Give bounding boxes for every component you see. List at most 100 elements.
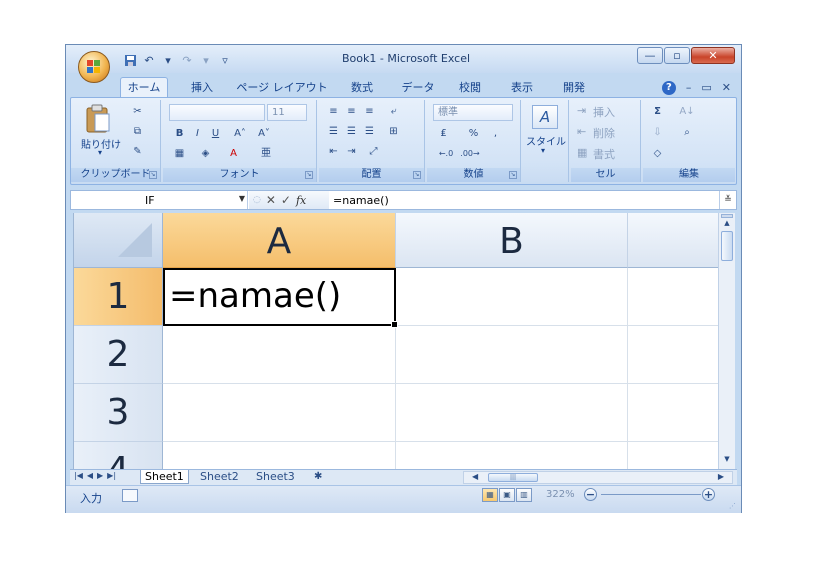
customize-icon[interactable]: ▿	[217, 52, 233, 68]
zoom-in-icon[interactable]: +	[702, 488, 715, 501]
decrease-decimal-icon[interactable]: .00→	[459, 146, 481, 162]
tab-insert[interactable]: 挿入	[184, 78, 220, 97]
styles-button[interactable]: スタイル	[526, 133, 566, 148]
align-middle-icon[interactable]: ≡	[343, 104, 360, 120]
align-left-icon[interactable]: ☰	[325, 124, 342, 140]
format-cells-icon[interactable]: ▦	[577, 146, 587, 159]
horizontal-scrollbar[interactable]: ||| ◀ ▶	[463, 471, 733, 484]
row-header-1[interactable]: 1	[74, 268, 163, 326]
horizontal-scroll-thumb[interactable]: |||	[488, 473, 538, 482]
delete-icon[interactable]: ⇤	[577, 125, 586, 138]
increase-decimal-icon[interactable]: ←.0	[435, 146, 457, 162]
italic-icon[interactable]: I	[189, 126, 206, 142]
copy-icon[interactable]: ⧉	[129, 124, 146, 140]
save-icon[interactable]	[122, 52, 138, 68]
last-sheet-icon[interactable]: ▶|	[107, 471, 116, 480]
align-top-icon[interactable]: ≡	[325, 104, 342, 120]
underline-icon[interactable]: U	[207, 126, 224, 142]
vertical-scroll-thumb[interactable]	[721, 231, 733, 261]
tab-developer[interactable]: 開発	[556, 78, 592, 97]
ribbon-minimize-icon[interactable]: –	[686, 81, 692, 95]
wrap-text-icon[interactable]: ⤶	[385, 104, 402, 120]
tab-data[interactable]: データ	[396, 78, 440, 97]
undo-icon[interactable]: ↶	[141, 52, 157, 68]
find-select-icon[interactable]: ⌕	[675, 125, 699, 141]
borders-icon[interactable]: ▦	[171, 146, 188, 162]
prev-sheet-icon[interactable]: ◀	[87, 471, 93, 480]
scroll-left-icon[interactable]: ◀	[472, 472, 478, 481]
number-format-select[interactable]: 標準	[433, 104, 513, 121]
font-launcher-icon[interactable]: ↘	[305, 171, 313, 179]
row-header-3[interactable]: 3	[74, 384, 163, 442]
tab-formulas[interactable]: 数式	[342, 78, 382, 97]
office-button[interactable]	[78, 51, 110, 83]
paste-dropdown-icon[interactable]: ▾	[98, 148, 102, 157]
minimize-icon[interactable]: —	[637, 47, 663, 64]
phonetic-icon[interactable]: 亜	[255, 146, 277, 162]
orientation-icon[interactable]: ⤢	[365, 144, 382, 160]
tab-view[interactable]: 表示	[504, 78, 540, 97]
first-sheet-icon[interactable]: |◀	[74, 471, 83, 480]
grow-font-icon[interactable]: A˄	[229, 126, 251, 142]
scroll-right-icon[interactable]: ▶	[718, 472, 724, 481]
decrease-indent-icon[interactable]: ⇤	[325, 144, 342, 160]
scroll-up-icon[interactable]: ▲	[721, 219, 733, 229]
fill-color-icon[interactable]: ◈	[197, 146, 214, 162]
clipboard-launcher-icon[interactable]: ↘	[149, 171, 157, 179]
align-center-icon[interactable]: ☰	[343, 124, 360, 140]
styles-icon[interactable]: A	[532, 105, 558, 129]
vertical-scrollbar[interactable]: ▲ ▼	[718, 213, 735, 469]
undo-dropdown-icon[interactable]: ▾	[160, 52, 176, 68]
paste-icon[interactable]	[85, 104, 111, 134]
ribbon-restore-icon[interactable]: ▭	[701, 81, 711, 95]
format-painter-icon[interactable]: ✎	[129, 144, 146, 160]
ribbon-close-icon[interactable]: ✕	[722, 81, 731, 95]
format-cells-button[interactable]: 書式	[593, 146, 615, 162]
sheet-tab-sheet2[interactable]: Sheet2	[200, 470, 239, 484]
tab-page-layout[interactable]: ページ レイアウト	[236, 78, 328, 97]
increase-indent-icon[interactable]: ⇥	[343, 144, 360, 160]
split-box[interactable]	[721, 214, 733, 218]
name-box[interactable]: IF ▼	[71, 191, 248, 209]
sheet-tab-sheet3[interactable]: Sheet3	[256, 470, 295, 484]
expand-formula-bar-icon[interactable]: ≚	[719, 191, 736, 209]
page-layout-view-icon[interactable]: ▣	[499, 488, 515, 502]
font-name-select[interactable]	[169, 104, 265, 121]
comma-icon[interactable]: ,	[487, 126, 504, 142]
close-icon[interactable]: ✕	[691, 47, 735, 64]
merge-center-icon[interactable]: ⊞	[385, 124, 402, 140]
autosum-icon[interactable]: Σ	[649, 104, 666, 120]
column-header-b[interactable]: B	[396, 213, 628, 268]
column-header-c[interactable]	[628, 213, 719, 268]
fill-icon[interactable]: ⇩	[649, 125, 666, 141]
font-color-icon[interactable]: A	[225, 146, 242, 162]
row-header-4[interactable]: 4	[74, 442, 163, 469]
clear-icon[interactable]: ◇	[649, 146, 666, 162]
bold-icon[interactable]: B	[171, 126, 188, 142]
cut-icon[interactable]: ✂	[129, 104, 146, 120]
delete-cells-button[interactable]: 削除	[593, 125, 615, 141]
tab-home[interactable]: ホーム	[120, 77, 168, 97]
font-size-select[interactable]: 11	[267, 104, 307, 121]
sheet-tab-sheet1[interactable]: Sheet1	[140, 470, 189, 484]
align-bottom-icon[interactable]: ≡	[361, 104, 378, 120]
page-break-view-icon[interactable]: ▥	[516, 488, 532, 502]
cancel-icon[interactable]: ✕	[266, 193, 276, 207]
percent-icon[interactable]: %	[465, 126, 482, 142]
name-box-dropdown-icon[interactable]: ▼	[239, 194, 245, 203]
insert-cells-button[interactable]: 挿入	[593, 104, 615, 120]
resize-grip-icon[interactable]: ⋰	[729, 502, 737, 510]
enter-icon[interactable]: ✓	[281, 193, 291, 207]
zoom-level[interactable]: 322%	[546, 489, 575, 500]
scroll-down-icon[interactable]: ▼	[721, 455, 733, 465]
align-right-icon[interactable]: ☰	[361, 124, 378, 140]
redo-dropdown-icon[interactable]: ▾	[198, 52, 214, 68]
column-header-a[interactable]: A	[163, 213, 396, 268]
styles-dropdown-icon[interactable]: ▾	[541, 146, 545, 155]
sort-filter-icon[interactable]: A↓	[675, 104, 699, 120]
collapse-icon[interactable]: ◌	[253, 195, 261, 205]
number-launcher-icon[interactable]: ↘	[509, 171, 517, 179]
macro-record-icon[interactable]	[122, 489, 138, 502]
zoom-out-icon[interactable]: −	[584, 488, 597, 501]
insert-icon[interactable]: ⇥	[577, 104, 586, 117]
